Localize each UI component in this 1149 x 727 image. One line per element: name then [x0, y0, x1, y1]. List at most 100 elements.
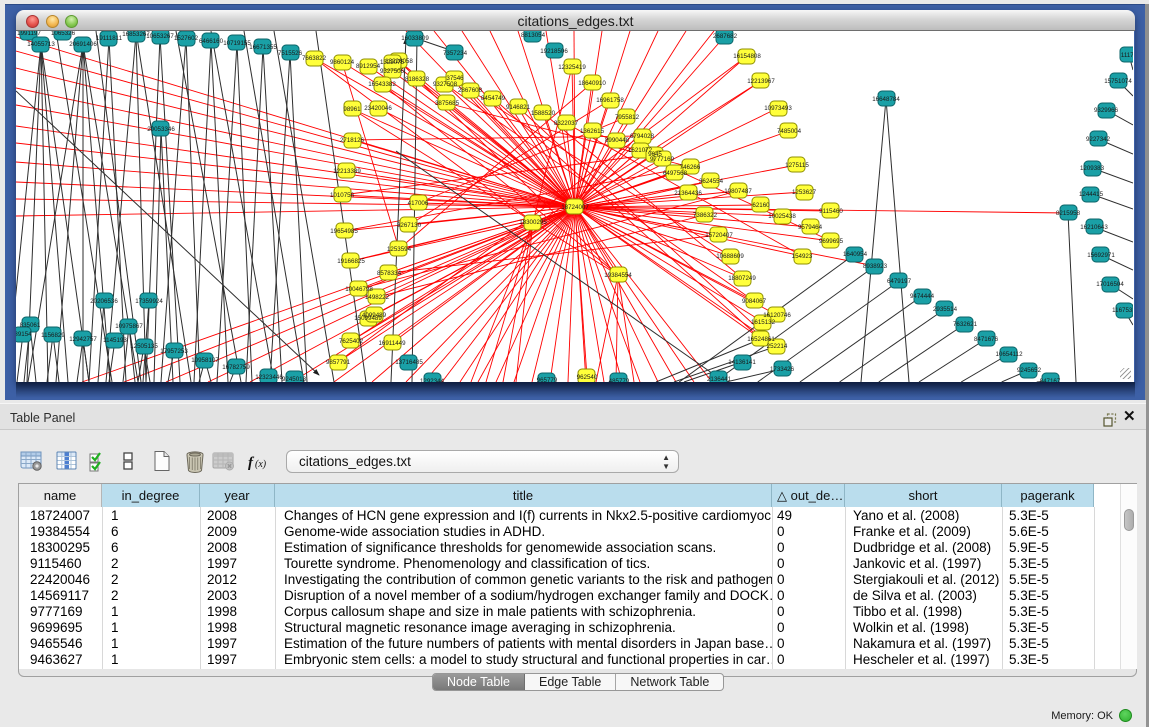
- svg-text:18807249: 18807249: [728, 275, 756, 282]
- svg-text:962540: 962540: [577, 374, 598, 381]
- svg-text:3624554: 3624554: [699, 178, 724, 185]
- svg-text:12942757: 12942757: [69, 336, 97, 343]
- svg-text:10973493: 10973493: [764, 105, 792, 112]
- svg-text:15720407: 15720407: [705, 232, 733, 239]
- svg-text:15692971: 15692971: [1087, 252, 1115, 259]
- svg-text:10688609: 10688609: [716, 253, 744, 260]
- svg-text:1167533: 1167533: [1112, 307, 1133, 314]
- svg-text:1275115: 1275115: [785, 162, 809, 169]
- svg-text:16120746: 16120746: [763, 312, 791, 319]
- svg-text:7386322: 7386322: [693, 212, 718, 219]
- svg-text:1362615: 1362615: [580, 128, 605, 135]
- svg-text:1145193: 1145193: [103, 337, 127, 344]
- svg-text:12505135: 12505135: [130, 343, 158, 350]
- svg-text:19384554: 19384554: [604, 272, 632, 279]
- svg-text:8186328: 8186328: [405, 76, 430, 83]
- svg-text:10807487: 10807487: [724, 188, 752, 195]
- svg-text:1733426: 1733426: [770, 366, 795, 373]
- svg-text:16524861: 16524861: [747, 336, 775, 343]
- svg-text:7485004: 7485004: [777, 128, 802, 135]
- svg-text:2136441: 2136441: [707, 376, 732, 382]
- svg-text:9699695: 9699695: [819, 238, 844, 245]
- svg-text:8813054: 8813054: [521, 32, 546, 39]
- svg-text:11172: 11172: [1121, 52, 1133, 59]
- svg-text:1527602: 1527602: [174, 35, 199, 42]
- svg-text:6479197: 6479197: [887, 278, 912, 285]
- svg-text:2935514: 2935514: [933, 306, 958, 313]
- svg-text:10025438: 10025438: [768, 213, 796, 220]
- svg-text:10719155: 10719155: [223, 40, 251, 47]
- svg-text:2867608: 2867608: [458, 87, 483, 94]
- svg-text:16543382: 16543382: [368, 81, 396, 88]
- svg-text:8990448: 8990448: [605, 137, 630, 144]
- svg-text:9860124: 9860124: [330, 59, 355, 66]
- svg-text:9146821: 9146821: [506, 104, 531, 111]
- svg-text:8912954: 8912954: [356, 63, 381, 70]
- svg-text:12325419: 12325419: [558, 64, 586, 71]
- svg-text:1991197: 1991197: [17, 31, 41, 37]
- svg-text:9327506: 9327506: [380, 68, 405, 75]
- svg-text:154923: 154923: [792, 253, 813, 260]
- svg-text:1322075: 1322075: [380, 59, 405, 66]
- svg-text:f: f: [248, 455, 255, 471]
- svg-text:19218506: 19218506: [540, 48, 568, 55]
- svg-text:39154: 39154: [16, 331, 32, 338]
- svg-text:16154808: 16154808: [733, 53, 761, 60]
- svg-text:98961: 98961: [343, 106, 361, 113]
- svg-text:9245652: 9245652: [1017, 367, 1042, 374]
- svg-text:835061: 835061: [20, 322, 41, 329]
- svg-text:12213967: 12213967: [747, 78, 775, 85]
- svg-text:1065326: 1065326: [51, 31, 76, 37]
- svg-text:9329966: 9329966: [1094, 107, 1119, 114]
- svg-text:16961758: 16961758: [596, 97, 624, 104]
- svg-text:10653267: 10653267: [146, 33, 174, 40]
- svg-text:20691406: 20691406: [69, 41, 97, 48]
- svg-text:2718126: 2718126: [340, 137, 365, 144]
- svg-text:1156829: 1156829: [41, 332, 65, 339]
- svg-text:1010756: 1010756: [330, 192, 355, 199]
- svg-text:3875685: 3875685: [435, 100, 460, 107]
- svg-text:12213389: 12213389: [333, 168, 361, 175]
- svg-text:9777169: 9777169: [650, 156, 675, 163]
- svg-text:3267130: 3267130: [397, 222, 422, 229]
- svg-text:8322037: 8322037: [554, 120, 579, 127]
- svg-text:10958107: 10958107: [191, 357, 219, 364]
- svg-text:13716485: 13716485: [395, 359, 423, 366]
- svg-text:9327508: 9327508: [433, 81, 458, 88]
- svg-text:18724007: 18724007: [561, 204, 589, 211]
- svg-text:20053346: 20053346: [147, 126, 175, 133]
- svg-text:16033809: 16033809: [401, 35, 429, 42]
- svg-text:18640910: 18640910: [578, 80, 606, 87]
- svg-text:8454749: 8454749: [481, 95, 506, 102]
- svg-text:1615132: 1615132: [751, 319, 776, 326]
- svg-text:8215958: 8215958: [1056, 210, 1081, 217]
- svg-text:9579464: 9579464: [798, 224, 823, 231]
- svg-text:19654985: 19654985: [330, 228, 358, 235]
- svg-text:7632621: 7632621: [953, 321, 978, 328]
- svg-text:1253627: 1253627: [792, 189, 817, 196]
- svg-text:1498222: 1498222: [365, 294, 390, 301]
- svg-text:417006: 417006: [408, 200, 429, 207]
- svg-text:16671355: 16671355: [249, 44, 277, 51]
- svg-text:14136141: 14136141: [728, 359, 756, 366]
- svg-text:37546: 37546: [446, 75, 464, 82]
- svg-text:7663822: 7663822: [302, 55, 327, 62]
- svg-text:1244415: 1244415: [1079, 191, 1104, 198]
- svg-text:1292344: 1292344: [420, 378, 445, 382]
- svg-text:62160: 62160: [752, 202, 770, 209]
- svg-text:10975867: 10975867: [115, 323, 143, 330]
- svg-text:1209383: 1209383: [1080, 165, 1105, 172]
- svg-text:9474444: 9474444: [910, 293, 935, 300]
- svg-text:16648784: 16648784: [872, 96, 900, 103]
- svg-text:7515526: 7515526: [278, 50, 303, 57]
- svg-text:9227342: 9227342: [1086, 136, 1111, 143]
- svg-text:9245013: 9245013: [282, 376, 307, 382]
- svg-text:18300295: 18300295: [519, 219, 547, 226]
- svg-text:16210643: 16210643: [1080, 224, 1108, 231]
- svg-text:847167: 847167: [1040, 378, 1061, 382]
- svg-text:4099489: 4099489: [362, 312, 387, 319]
- svg-text:21364436: 21364436: [674, 190, 702, 197]
- svg-text:17957253: 17957253: [160, 348, 188, 355]
- svg-text:(x): (x): [255, 459, 267, 470]
- svg-text:6794028: 6794028: [630, 133, 655, 140]
